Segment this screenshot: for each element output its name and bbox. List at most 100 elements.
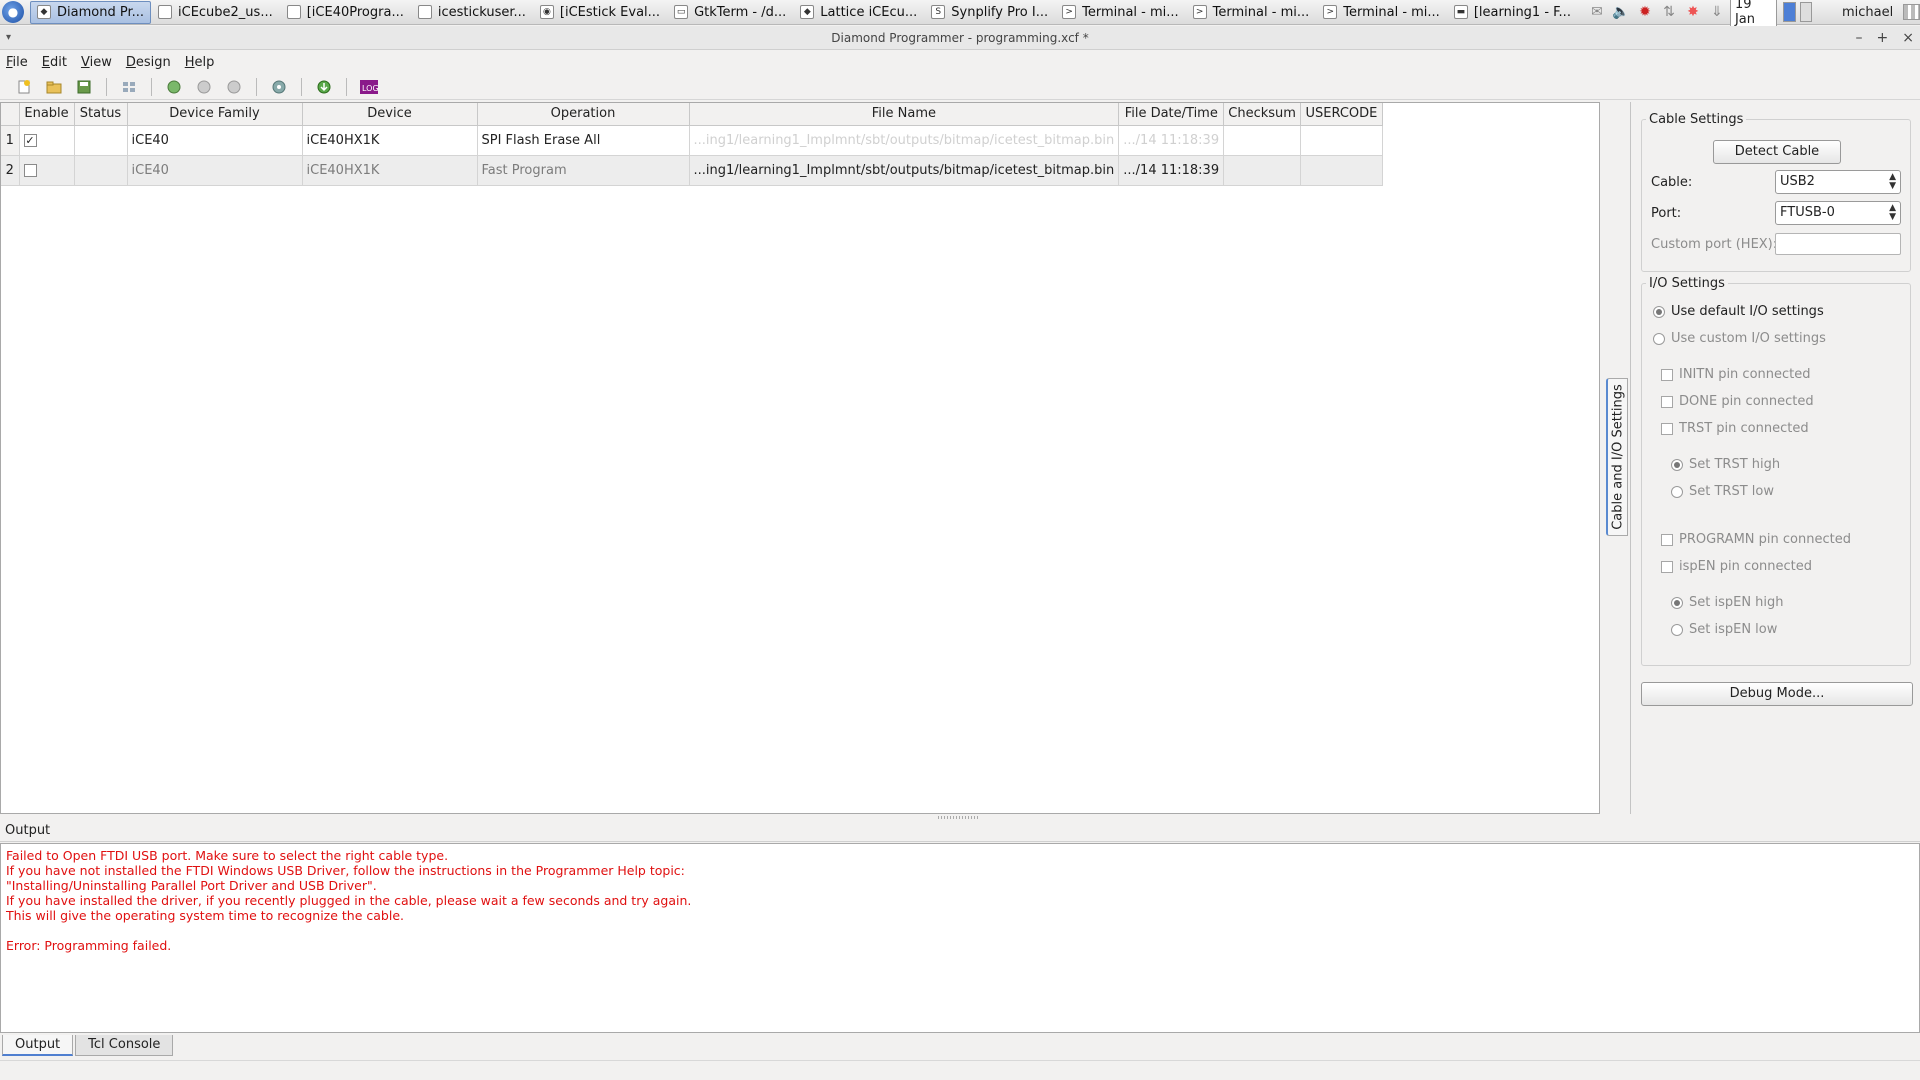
terminal-window-icon: ▭ xyxy=(674,5,689,19)
log-icon[interactable]: LOG xyxy=(359,77,379,97)
weather-icon[interactable] xyxy=(1783,2,1796,22)
set-trst-low-radio[interactable]: Set TRST low xyxy=(1671,484,1774,499)
enable-checkbox-cell[interactable]: ✓ xyxy=(19,125,75,156)
taskbar-task[interactable]: icestickuser... xyxy=(411,1,533,24)
mail-icon[interactable]: ✉ xyxy=(1588,3,1606,21)
log-line: This will give the operating system time… xyxy=(6,908,404,923)
warning-icon[interactable]: ✸ xyxy=(1684,3,1702,21)
trst-pin-checkbox[interactable]: TRST pin connected xyxy=(1661,421,1809,436)
file-datetime-cell: .../14 11:18:39 xyxy=(1118,125,1225,156)
taskbar-task[interactable]: > Terminal - mi... xyxy=(1055,1,1186,24)
port-select[interactable]: FTUSB-0 ▲ ▼ xyxy=(1775,201,1901,225)
output-log[interactable]: Failed to Open FTDI USB port. Make sure … xyxy=(0,843,1920,1033)
enable-checkbox[interactable]: ✓ xyxy=(23,133,37,147)
menu-design[interactable]: Design xyxy=(126,55,171,70)
maximize-icon[interactable]: + xyxy=(1877,26,1889,50)
network-icon[interactable]: ⇅ xyxy=(1660,3,1678,21)
device-cell[interactable]: iCE40HX1K xyxy=(302,155,478,186)
file-name-cell[interactable]: ...ing1/learning1_Implmnt/sbt/outputs/bi… xyxy=(689,155,1120,186)
taskbar-task[interactable]: > Terminal - mi... xyxy=(1316,1,1447,24)
use-default-io-radio[interactable]: Use default I/O settings xyxy=(1653,304,1824,319)
taskbar-task[interactable]: iCEcube2_us... xyxy=(151,1,280,24)
app-menu-icon[interactable]: ● xyxy=(2,1,24,23)
volume-icon[interactable]: 🔈 xyxy=(1612,3,1630,21)
new-file-icon[interactable] xyxy=(14,77,34,97)
detect-cable-button[interactable]: Detect Cable xyxy=(1713,140,1841,164)
operation-cell[interactable]: Fast Program xyxy=(477,155,690,186)
bug-icon[interactable]: ✹ xyxy=(1636,3,1654,21)
screenshot-icon[interactable] xyxy=(1799,2,1812,22)
device-family-cell[interactable]: iCE40 xyxy=(127,125,303,156)
log-line: If you have installed the driver, if you… xyxy=(6,893,692,908)
ispen-pin-checkbox[interactable]: ispEN pin connected xyxy=(1661,559,1812,574)
window-menu-icon[interactable]: ▾ xyxy=(6,26,11,50)
set-ispen-low-radio[interactable]: Set ispEN low xyxy=(1671,622,1777,637)
splitter-grip-icon[interactable] xyxy=(938,816,978,819)
enable-checkbox[interactable] xyxy=(23,163,37,177)
lattice-icon: ◆ xyxy=(37,5,51,19)
tab-output[interactable]: Output xyxy=(2,1035,74,1056)
menu-edit[interactable]: Edit xyxy=(42,55,67,70)
taskbar-task-label: Lattice iCEcu... xyxy=(820,4,918,20)
device-cell[interactable]: iCE40HX1K xyxy=(302,125,478,156)
log-line: Failed to Open FTDI USB port. Make sure … xyxy=(6,848,449,863)
menu-help[interactable]: Help xyxy=(185,55,215,70)
taskbar-task[interactable]: ◉ [iCEstick Eval... xyxy=(533,1,667,24)
col-file-name[interactable]: File Name xyxy=(689,103,1120,126)
done-pin-checkbox[interactable]: DONE pin connected xyxy=(1661,394,1814,409)
read-icon[interactable] xyxy=(224,77,244,97)
debug-mode-button[interactable]: Debug Mode... xyxy=(1641,682,1913,706)
taskbar-task[interactable]: [iCE40Progra... xyxy=(280,1,411,24)
col-file-datetime[interactable]: File Date/Time xyxy=(1118,103,1225,126)
set-ispen-high-radio[interactable]: Set ispEN high xyxy=(1671,595,1784,610)
operation-cell[interactable]: SPI Flash Erase All xyxy=(476,124,690,156)
col-status[interactable]: Status xyxy=(74,103,128,126)
col-device-family[interactable]: Device Family xyxy=(127,103,303,126)
taskbar-task[interactable]: ◆ Diamond Pr... xyxy=(30,0,151,24)
side-tab-label: Cable and I/O Settings xyxy=(1610,384,1625,530)
use-custom-io-radio[interactable]: Use custom I/O settings xyxy=(1653,331,1826,346)
close-icon[interactable]: × xyxy=(1902,26,1914,50)
cable-select[interactable]: USB2 ▲ ▼ xyxy=(1775,170,1901,194)
taskbar-task[interactable]: ▭ GtkTerm - /d... xyxy=(667,1,793,24)
enable-checkbox-cell[interactable] xyxy=(19,155,75,186)
verify-icon[interactable] xyxy=(194,77,214,97)
tab-tcl-console[interactable]: Tcl Console xyxy=(75,1035,174,1056)
col-checksum[interactable]: Checksum xyxy=(1223,103,1301,126)
scan-chain-icon[interactable] xyxy=(119,77,139,97)
programn-pin-checkbox[interactable]: PROGRAMN pin connected xyxy=(1661,532,1851,547)
system-tray: ✉ 🔈 ✹ ⇅ ✸ ⇓ xyxy=(1588,3,1726,21)
user-name[interactable]: michael xyxy=(1842,5,1893,20)
program-device-icon[interactable] xyxy=(314,77,334,97)
menu-file[interactable]: File xyxy=(6,55,28,70)
table-row[interactable]: 2 iCE40 iCE40HX1K Fast Program ...ing1/l… xyxy=(1,155,1383,186)
custom-port-input[interactable] xyxy=(1775,233,1901,255)
terminal-icon: > xyxy=(1192,5,1207,19)
taskbar-task-label: Diamond Pr... xyxy=(57,4,144,20)
col-usercode[interactable]: USERCODE xyxy=(1300,103,1383,126)
save-icon[interactable] xyxy=(74,77,94,97)
taskbar-task[interactable]: S Synplify Pro I... xyxy=(924,1,1055,24)
update-icon[interactable]: ⇓ xyxy=(1708,3,1726,21)
radio-icon xyxy=(1671,623,1683,636)
device-properties-icon[interactable] xyxy=(164,77,184,97)
open-folder-icon[interactable] xyxy=(44,77,64,97)
device-family-cell[interactable]: iCE40 xyxy=(127,155,303,186)
minimize-icon[interactable]: – xyxy=(1856,26,1863,50)
taskbar-task[interactable]: ◆ Lattice iCEcu... xyxy=(793,1,924,24)
table-row[interactable]: 1 ✓ iCE40 iCE40HX1K SPI Flash Erase All … xyxy=(1,124,1383,156)
col-enable[interactable]: Enable xyxy=(19,103,75,126)
col-device[interactable]: Device xyxy=(302,103,478,126)
col-operation[interactable]: Operation xyxy=(477,103,690,126)
taskbar-task[interactable]: ▬ [learning1 - F... xyxy=(1447,1,1578,24)
port-label: Port: xyxy=(1651,206,1682,221)
cable-io-settings-tab[interactable]: Cable and I/O Settings xyxy=(1606,378,1628,536)
set-trst-high-radio[interactable]: Set TRST high xyxy=(1671,457,1780,472)
taskbar-task[interactable]: > Terminal - mi... xyxy=(1186,1,1317,24)
settings-gear-icon[interactable] xyxy=(269,77,289,97)
initn-pin-checkbox[interactable]: INITN pin connected xyxy=(1661,367,1811,382)
file-name-cell[interactable]: ...ing1/learning1_Implmnt/sbt/outputs/bi… xyxy=(689,125,1120,156)
taskbar-task-label: [iCE40Progra... xyxy=(306,4,404,20)
menu-view[interactable]: View xyxy=(81,55,112,70)
